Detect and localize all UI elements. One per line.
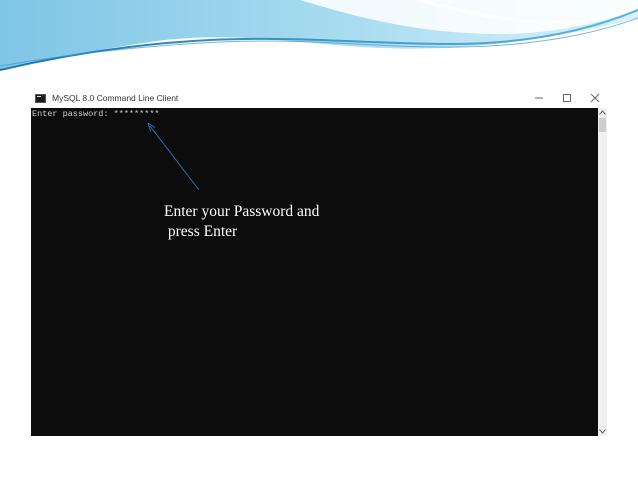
- console-app-icon: [35, 93, 46, 103]
- maximize-icon[interactable]: [561, 92, 573, 104]
- header-wave-decoration: [0, 0, 638, 71]
- console-window: MySQL 8.0 Command Line Client Enter pass…: [31, 88, 607, 436]
- minimize-icon[interactable]: [533, 92, 545, 104]
- scroll-down-icon[interactable]: [598, 427, 607, 436]
- scroll-thumb[interactable]: [599, 118, 606, 132]
- password-prompt-line: Enter password: *********: [32, 109, 160, 119]
- annotation-line-1: Enter your Password and: [164, 203, 320, 220]
- annotation-text: Enter your Password and press Enter: [164, 202, 319, 242]
- window-title: MySQL 8.0 Command Line Client: [52, 93, 179, 103]
- close-icon[interactable]: [589, 92, 601, 104]
- vertical-scrollbar[interactable]: [598, 108, 607, 436]
- console-output-area[interactable]: Enter password: *********: [31, 108, 598, 436]
- annotation-line-2: press Enter: [164, 223, 238, 240]
- window-controls: [533, 88, 601, 108]
- scroll-up-icon[interactable]: [598, 108, 607, 117]
- window-titlebar[interactable]: MySQL 8.0 Command Line Client: [31, 88, 607, 108]
